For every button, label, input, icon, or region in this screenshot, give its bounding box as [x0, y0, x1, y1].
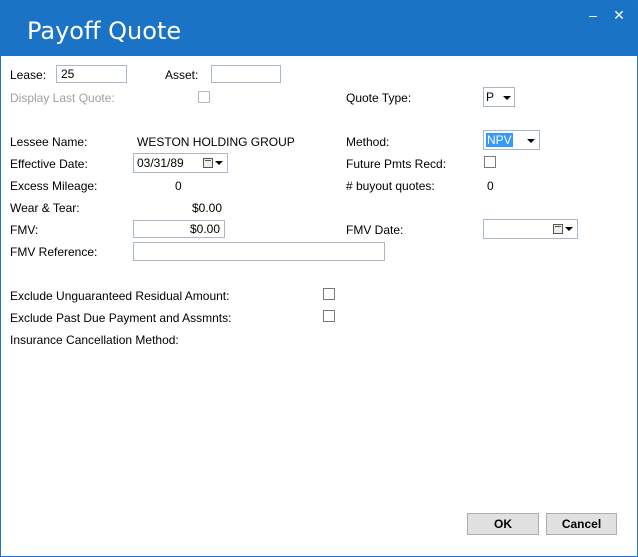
- fmv-reference-label: FMV Reference:: [10, 245, 98, 259]
- chevron-down-icon: [565, 227, 573, 231]
- method-value: NPV: [486, 133, 513, 147]
- cancel-button[interactable]: Cancel: [546, 513, 617, 535]
- display-last-quote-label: Display Last Quote:: [10, 91, 115, 105]
- wear-tear-value: $0.00: [192, 201, 223, 215]
- display-last-quote-checkbox[interactable]: [198, 91, 210, 103]
- method-label: Method:: [346, 135, 390, 149]
- method-select[interactable]: NPV: [483, 130, 540, 150]
- quote-type-label: Quote Type:: [346, 91, 412, 105]
- asset-label: Asset:: [165, 68, 199, 82]
- buyout-quotes-value: 0: [487, 179, 494, 193]
- exclude-residual-label: Exclude Unguaranteed Residual Amount:: [10, 289, 230, 303]
- ok-button[interactable]: OK: [467, 513, 539, 535]
- quote-type-select[interactable]: P: [483, 87, 515, 107]
- window-title: Payoff Quote: [27, 17, 182, 45]
- chevron-down-icon: [527, 139, 535, 143]
- chevron-down-icon: [503, 96, 511, 100]
- title-bar: Payoff Quote – ✕: [1, 1, 637, 56]
- lessee-name-label: Lessee Name:: [10, 135, 88, 149]
- fmv-input[interactable]: $0.00: [133, 220, 225, 238]
- lease-input[interactable]: 25: [56, 65, 127, 83]
- buyout-quotes-label: # buyout quotes:: [346, 179, 435, 193]
- close-button[interactable]: ✕: [611, 7, 627, 23]
- asset-input[interactable]: [211, 65, 281, 83]
- effective-date-value: 03/31/89: [137, 156, 184, 170]
- effective-date-label: Effective Date:: [10, 157, 88, 171]
- effective-date-picker[interactable]: 03/31/89: [133, 153, 228, 173]
- excess-mileage-label: Excess Mileage:: [10, 179, 98, 193]
- minimize-button[interactable]: –: [585, 7, 601, 23]
- quote-type-value: P: [486, 90, 495, 104]
- fmv-date-label: FMV Date:: [346, 223, 404, 237]
- exclude-past-due-label: Exclude Past Due Payment and Assmnts:: [10, 311, 232, 325]
- exclude-residual-checkbox[interactable]: [323, 288, 335, 300]
- lessee-name-value: WESTON HOLDING GROUP: [137, 135, 295, 149]
- payoff-quote-dialog: Payoff Quote – ✕ Lease: 25 Asset: Displa…: [0, 0, 638, 557]
- exclude-past-due-checkbox[interactable]: [323, 310, 335, 322]
- calendar-icon[interactable]: [203, 158, 213, 168]
- lease-label: Lease:: [10, 68, 47, 82]
- fmv-date-picker[interactable]: [483, 219, 578, 239]
- future-pmts-checkbox[interactable]: [484, 156, 496, 168]
- future-pmts-label: Future Pmts Recd:: [346, 157, 447, 171]
- excess-mileage-value: 0: [175, 179, 182, 193]
- insurance-cancellation-label: Insurance Cancellation Method:: [10, 333, 179, 347]
- fmv-reference-input[interactable]: [133, 242, 385, 261]
- fmv-label: FMV:: [10, 223, 39, 237]
- wear-tear-label: Wear & Tear:: [10, 201, 80, 215]
- chevron-down-icon: [215, 161, 223, 165]
- calendar-icon[interactable]: [553, 224, 563, 234]
